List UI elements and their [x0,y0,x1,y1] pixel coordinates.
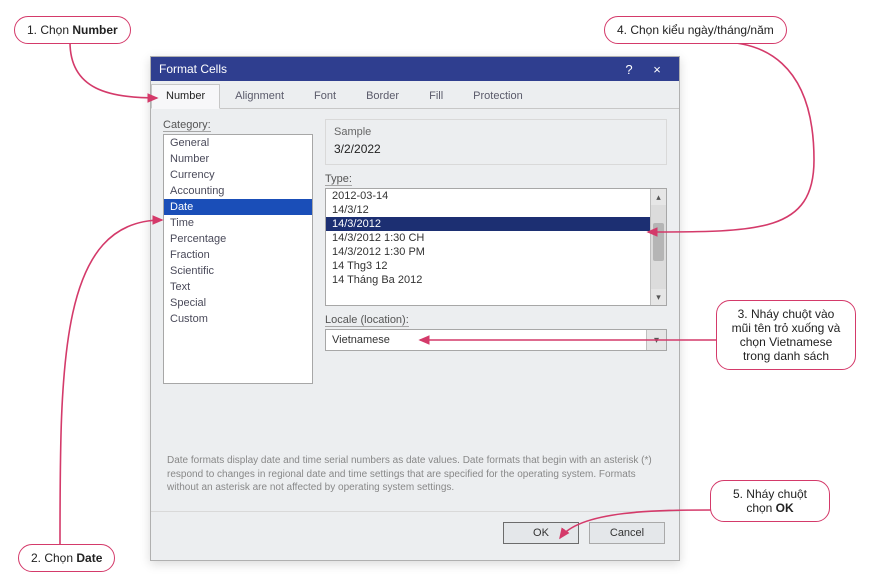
callout-1: 1. Chọn Number [14,16,131,44]
callout-3: 3. Nháy chuột vào mũi tên trỏ xuống và c… [716,300,856,370]
scroll-up-icon[interactable]: ▴ [651,189,666,205]
category-column: Category: General Number Currency Accoun… [163,119,313,384]
category-item-fraction[interactable]: Fraction [164,247,312,263]
tab-number[interactable]: Number [151,84,220,109]
type-item[interactable]: 14/3/2012 1:30 CH [326,231,650,245]
category-item-special[interactable]: Special [164,295,312,311]
category-item-time[interactable]: Time [164,215,312,231]
type-item[interactable]: 14 Thg3 12 [326,259,650,273]
dialog-title: Format Cells [159,62,227,76]
type-label: Type: [325,173,667,186]
category-item-scientific[interactable]: Scientific [164,263,312,279]
tab-fill[interactable]: Fill [414,84,458,108]
type-list-inner: 2012-03-14 14/3/12 14/3/2012 14/3/2012 1… [326,189,650,305]
category-item-currency[interactable]: Currency [164,167,312,183]
scroll-down-icon[interactable]: ▾ [651,289,666,305]
category-item-percentage[interactable]: Percentage [164,231,312,247]
tab-protection[interactable]: Protection [458,84,538,108]
category-item-number[interactable]: Number [164,151,312,167]
titlebar: Format Cells ? × [151,57,679,81]
dialog-content: Category: General Number Currency Accoun… [151,109,679,503]
locale-value: Vietnamese [326,334,646,346]
category-item-text[interactable]: Text [164,279,312,295]
tab-row: Number Alignment Font Border Fill Protec… [151,81,679,109]
type-list[interactable]: 2012-03-14 14/3/12 14/3/2012 14/3/2012 1… [325,188,667,306]
locale-label: Locale (location): [325,314,667,327]
callout-2: 2. Chọn Date [18,544,115,572]
tab-border[interactable]: Border [351,84,414,108]
tab-alignment[interactable]: Alignment [220,84,299,108]
locale-row: Locale (location): Vietnamese ▾ [325,314,667,351]
close-button[interactable]: × [643,62,671,77]
chevron-down-icon[interactable]: ▾ [646,330,666,350]
format-cells-dialog: Format Cells ? × Number Alignment Font B… [150,56,680,561]
cancel-button[interactable]: Cancel [589,522,665,544]
type-item-selected[interactable]: 14/3/2012 [326,217,650,231]
ok-button[interactable]: OK [503,522,579,544]
callout-5: 5. Nháy chuột chọn OK [710,480,830,522]
sample-box: Sample 3/2/2022 [325,119,667,165]
type-item[interactable]: 14/3/2012 1:30 PM [326,245,650,259]
locale-select[interactable]: Vietnamese ▾ [325,329,667,351]
scroll-thumb[interactable] [653,223,664,261]
type-item[interactable]: 2012-03-14 [326,189,650,203]
category-item-accounting[interactable]: Accounting [164,183,312,199]
description-text: Date formats display date and time seria… [163,454,667,495]
help-button[interactable]: ? [615,62,643,77]
type-item[interactable]: 14/3/12 [326,203,650,217]
category-list[interactable]: General Number Currency Accounting Date … [163,134,313,384]
category-item-custom[interactable]: Custom [164,311,312,327]
sample-value: 3/2/2022 [334,142,658,156]
tab-font[interactable]: Font [299,84,351,108]
category-item-general[interactable]: General [164,135,312,151]
type-scrollbar[interactable]: ▴ ▾ [650,189,666,305]
type-item[interactable]: 14 Tháng Ba 2012 [326,273,650,287]
button-row: OK Cancel [151,511,679,556]
sample-label: Sample [334,126,658,138]
right-column: Sample 3/2/2022 Type: 2012-03-14 14/3/12… [325,119,667,384]
category-label: Category: [163,119,313,132]
category-item-date[interactable]: Date [164,199,312,215]
callout-4: 4. Chọn kiểu ngày/tháng/năm [604,16,787,44]
